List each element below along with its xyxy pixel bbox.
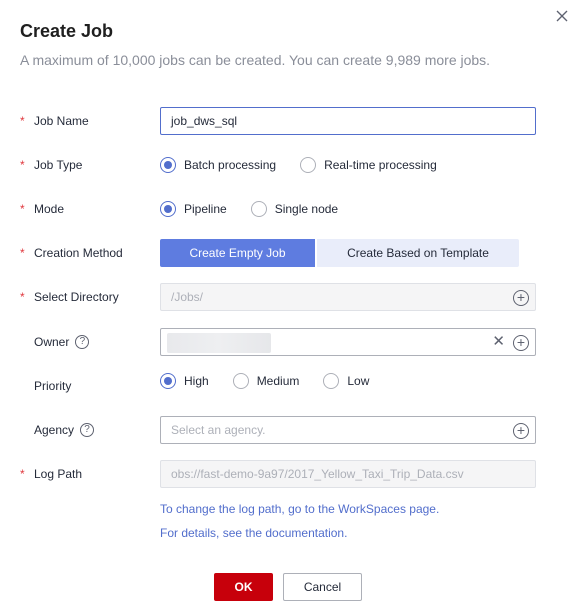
agency-placeholder: Select an agency. [171, 423, 266, 437]
mode-radio-group: Pipeline Single node [160, 194, 362, 224]
ok-button[interactable]: OK [214, 573, 273, 601]
select-directory-value: /Jobs/ [171, 290, 204, 304]
job-name-input[interactable]: job_dws_sql [160, 107, 536, 135]
question-circle-icon[interactable]: ? [80, 423, 95, 437]
owner-value-redacted [167, 333, 271, 353]
agency-row: Agency ? Select an agency. + [0, 415, 576, 445]
log-path-label: Log Path [34, 467, 83, 481]
required-marker: * [20, 202, 25, 216]
job-type-radio-group: Batch processing Real-time processing [160, 150, 461, 180]
add-agency-icon[interactable]: + [513, 423, 529, 439]
documentation-link[interactable]: For details, see the documentation. [160, 526, 347, 540]
job-name-label: Job Name [34, 114, 89, 128]
workspaces-page-link[interactable]: To change the log path, go to the WorkSp… [160, 502, 439, 516]
priority-row: Priority High Medium Low [0, 369, 576, 399]
priority-radio-group: High Medium Low [160, 366, 393, 396]
required-marker: * [20, 158, 25, 172]
create-from-template-button[interactable]: Create Based on Template [317, 239, 519, 267]
radio-unselected-icon [323, 373, 340, 389]
radio-unselected-icon [250, 201, 267, 217]
add-directory-icon[interactable]: + [513, 290, 529, 306]
priority-medium-radio[interactable]: Medium [232, 373, 299, 389]
agency-select[interactable]: Select an agency. + [160, 416, 536, 444]
clear-x-icon[interactable]: ✕ [492, 334, 505, 350]
job-type-row: * Job Type Batch processing Real-time pr… [0, 150, 576, 180]
close-icon[interactable] [553, 7, 571, 25]
log-path-input[interactable]: obs://fast-demo-9a97/2017_Yellow_Taxi_Tr… [160, 460, 536, 488]
priority-high-radio[interactable]: High [160, 373, 209, 389]
radio-selected-icon [160, 201, 176, 217]
job-type-label: Job Type [34, 158, 83, 172]
select-directory-row: * Select Directory /Jobs/ + [0, 282, 576, 312]
dialog-title: Create Job [20, 21, 114, 41]
creation-method-segmented: Create Empty Job Create Based on Templat… [160, 239, 519, 267]
job-type-realtime-radio[interactable]: Real-time processing [300, 157, 437, 173]
mode-row: * Mode Pipeline Single node [0, 194, 576, 224]
creation-method-label: Creation Method [34, 246, 123, 260]
mode-label: Mode [34, 202, 65, 216]
agency-label: Agency ? [34, 415, 95, 445]
required-marker: * [20, 290, 25, 304]
required-marker: * [20, 246, 25, 260]
create-empty-job-button[interactable]: Create Empty Job [160, 239, 315, 267]
cancel-button[interactable]: Cancel [283, 573, 362, 601]
radio-unselected-icon [232, 373, 249, 389]
radio-selected-icon [160, 157, 176, 173]
owner-input[interactable]: ✕ + [160, 328, 536, 356]
creation-method-row: * Creation Method Create Empty Job Creat… [0, 238, 576, 268]
create-job-dialog: Create Job A maximum of 10,000 jobs can … [0, 0, 576, 615]
select-directory-label: Select Directory [34, 290, 119, 304]
owner-label: Owner ? [34, 327, 90, 357]
mode-pipeline-radio[interactable]: Pipeline [160, 201, 227, 217]
required-marker: * [20, 114, 25, 128]
log-path-row: * Log Path obs://fast-demo-9a97/2017_Yel… [0, 459, 576, 489]
radio-selected-icon [160, 373, 176, 389]
question-circle-icon[interactable]: ? [75, 335, 90, 349]
radio-unselected-icon [300, 157, 317, 173]
select-directory-input[interactable]: /Jobs/ + [160, 283, 536, 311]
job-type-batch-radio[interactable]: Batch processing [160, 157, 276, 173]
dialog-subtitle: A maximum of 10,000 jobs can be created.… [20, 52, 491, 68]
job-name-row: * Job Name job_dws_sql [0, 106, 576, 136]
owner-row: Owner ? ✕ + [0, 327, 576, 357]
add-owner-icon[interactable]: + [513, 335, 529, 351]
required-marker: * [20, 467, 25, 481]
priority-label: Priority [34, 379, 72, 393]
mode-single-node-radio[interactable]: Single node [250, 201, 338, 217]
priority-low-radio[interactable]: Low [323, 373, 369, 389]
